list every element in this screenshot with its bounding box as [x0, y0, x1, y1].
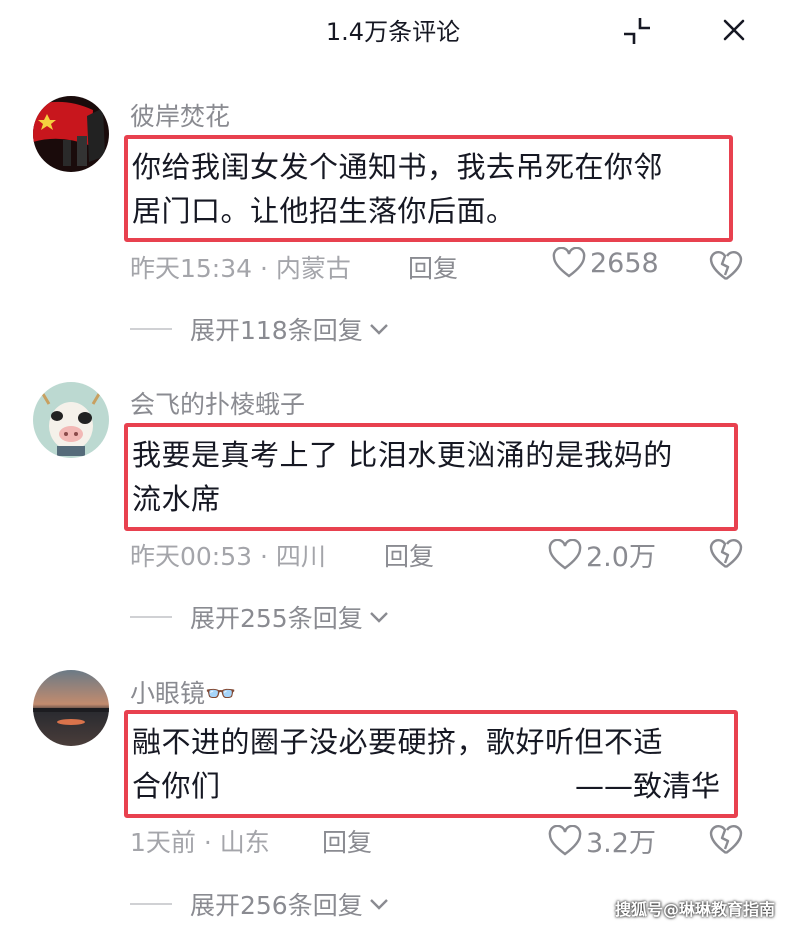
comments-count-title: 1.4万条评论	[325, 18, 461, 46]
broken-heart-icon[interactable]	[708, 248, 744, 282]
reply-button[interactable]: 回复	[408, 249, 458, 285]
like-button[interactable]: 2.0万	[548, 535, 656, 574]
expand-replies-label: 展开256条回复	[190, 891, 363, 920]
comment-text-line: 居门口。让他招生落你后面。	[132, 194, 516, 228]
avatar[interactable]	[33, 670, 109, 746]
divider	[130, 616, 172, 618]
watermark: 搜狐号@琳琳教育指南	[615, 900, 776, 919]
comment-text-line: 合你们	[132, 769, 221, 803]
heart-icon	[552, 247, 586, 278]
comment-text-line: 你给我闺女发个通知书，我去吊死在你邻	[132, 150, 664, 184]
comment-username[interactable]: 小眼镜👓	[130, 674, 236, 710]
expand-replies-label: 展开255条回复	[190, 604, 363, 633]
collapse-icon[interactable]	[620, 14, 654, 48]
broken-heart-icon[interactable]	[708, 822, 744, 856]
divider	[130, 328, 172, 330]
comment-text-line: 流水席	[132, 482, 221, 516]
like-button[interactable]: 2658	[552, 247, 659, 279]
comment-text-line: 我要是真考上了 比泪水更汹涌的是我妈的	[132, 438, 673, 472]
comment-signature: ——致清华	[574, 769, 720, 803]
expand-replies-button[interactable]: 展开255条回复	[130, 599, 389, 635]
expand-replies-button[interactable]: 展开118条回复	[130, 311, 389, 347]
expand-replies-button[interactable]: 展开256条回复	[130, 886, 389, 922]
heart-icon	[548, 824, 582, 855]
comment-time-location: 1天前 · 山东	[130, 828, 270, 857]
like-count: 2658	[590, 247, 659, 279]
like-count: 3.2万	[586, 828, 656, 859]
comment-text-highlight: 我要是真考上了 比泪水更汹涌的是我妈的 流水席	[124, 423, 738, 531]
chevron-down-icon	[369, 324, 388, 335]
comment-username[interactable]: 会飞的扑棱蛾子	[130, 385, 305, 421]
comment-text-highlight: 融不进的圈子没必要硬挤，歌好听但不适 合你们 ——致清华	[124, 710, 738, 818]
comments-header: 1.4万条评论	[0, 0, 786, 60]
comment-text-line: 融不进的圈子没必要硬挤，歌好听但不适	[132, 725, 664, 759]
comment-time-location: 昨天15:34 · 内蒙古	[130, 254, 351, 283]
comment-time-location: 昨天00:53 · 四川	[130, 542, 326, 571]
comment-text-highlight: 你给我闺女发个通知书，我去吊死在你邻 居门口。让他招生落你后面。	[124, 135, 733, 242]
chevron-down-icon	[369, 899, 388, 910]
reply-button[interactable]: 回复	[322, 823, 372, 859]
divider	[130, 903, 172, 905]
like-button[interactable]: 3.2万	[548, 821, 656, 860]
avatar[interactable]	[33, 382, 109, 458]
like-count: 2.0万	[586, 542, 656, 573]
broken-heart-icon[interactable]	[708, 536, 744, 570]
reply-button[interactable]: 回复	[384, 537, 434, 573]
chevron-down-icon	[369, 612, 388, 623]
avatar[interactable]	[33, 96, 109, 172]
comment-username[interactable]: 彼岸焚花	[130, 97, 230, 133]
expand-replies-label: 展开118条回复	[190, 316, 363, 345]
close-icon[interactable]	[718, 14, 750, 46]
heart-icon	[548, 538, 582, 569]
